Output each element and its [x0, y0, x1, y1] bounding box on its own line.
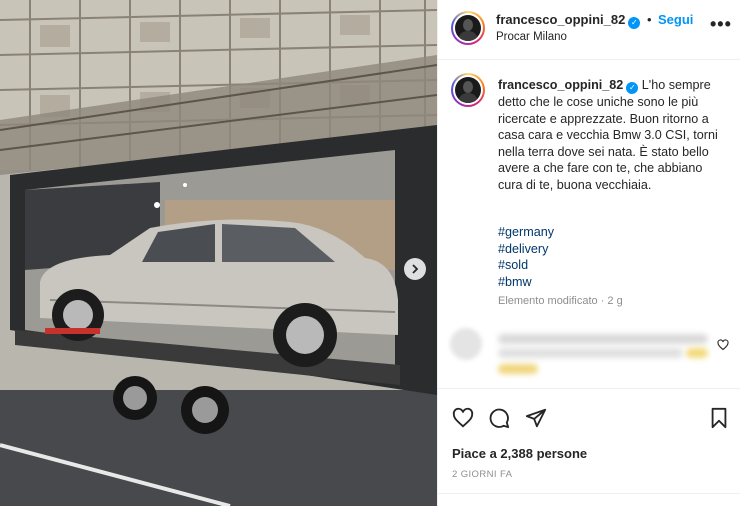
carousel-next-button[interactable]: [404, 258, 426, 280]
post-time-ago: 2 GIORNI FA: [452, 469, 513, 480]
action-bar: Piace a 2,388 persone 2 GIORNI FA: [438, 388, 740, 506]
follow-button[interactable]: Segui: [658, 12, 693, 27]
post-side-panel: francesco_oppini_82 ✓ • Segui Procar Mila…: [437, 0, 740, 506]
heart-icon[interactable]: [452, 407, 474, 429]
caption-avatar[interactable]: [451, 73, 485, 107]
comment-icon[interactable]: [488, 407, 510, 429]
post-caption: francesco_oppini_82 ✓ L'ho sempre detto c…: [498, 77, 723, 193]
more-options-icon[interactable]: •••: [710, 14, 732, 35]
add-comment-area[interactable]: [438, 493, 740, 506]
edited-timestamp: Elemento modificato · 2 g: [498, 295, 623, 307]
hashtag-link[interactable]: #germany: [498, 224, 554, 241]
caption-username[interactable]: francesco_oppini_82: [498, 78, 623, 92]
caption-text: L'ho sempre detto che le cose uniche son…: [498, 78, 718, 192]
paper-plane-icon[interactable]: [525, 407, 547, 429]
chevron-right-icon: [412, 264, 419, 274]
hashtag-link[interactable]: #delivery: [498, 241, 554, 258]
hashtag-list: #germany #delivery #sold #bmw: [498, 224, 554, 290]
post-photo[interactable]: [0, 0, 437, 506]
likes-count[interactable]: Piace a 2,388 persone: [452, 446, 587, 461]
verified-badge-icon: ✓: [626, 82, 639, 94]
hashtag-link[interactable]: #bmw: [498, 274, 554, 291]
bookmark-icon[interactable]: [708, 407, 730, 429]
post-username[interactable]: francesco_oppini_82: [496, 12, 625, 27]
separator-dot: •: [647, 12, 652, 27]
post-location[interactable]: Procar Milano: [496, 31, 567, 43]
blurred-comment: [450, 328, 730, 380]
hashtag-link[interactable]: #sold: [498, 257, 554, 274]
car-transporter-image: [0, 0, 437, 506]
comment-like-heart-icon[interactable]: [717, 339, 729, 351]
post-header: francesco_oppini_82 ✓ • Segui Procar Mila…: [438, 0, 740, 60]
verified-badge-icon: ✓: [628, 17, 641, 29]
avatar[interactable]: [451, 11, 485, 45]
